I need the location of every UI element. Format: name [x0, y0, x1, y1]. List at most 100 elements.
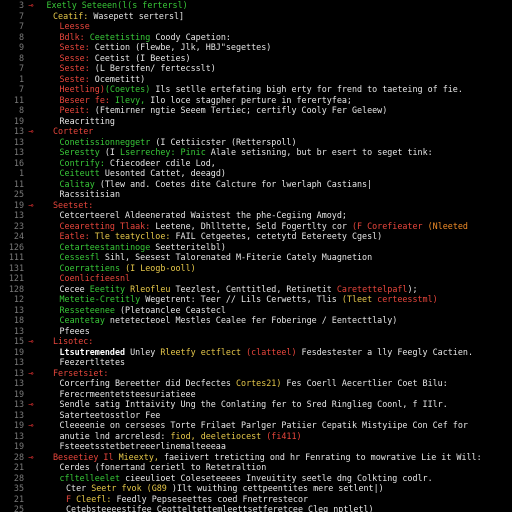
code-token: Sesse:: [59, 52, 95, 63]
line-number: 35: [13, 483, 24, 493]
code-token: Heetling): [59, 84, 105, 94]
line-number: 8: [18, 105, 24, 115]
code-text: Cetcerteerel Aldeenerated Waistest the p…: [60, 210, 347, 221]
code-text: Beseetiey Il Mieexty, faeiivert treticti…: [53, 452, 482, 463]
code-token: Beseer fe:: [59, 94, 115, 105]
code-token: (I: [104, 147, 121, 157]
code-line[interactable]: 7 Leesse: [0, 21, 512, 32]
code-token: Caretettelpafl: [336, 283, 408, 294]
code-line[interactable]: 8 Bdlk: Ceetetisting Coody Capetion:: [0, 32, 512, 43]
fold-marker-icon[interactable]: ⊸: [26, 420, 36, 431]
fold-marker-icon[interactable]: ⊸: [26, 200, 36, 211]
code-line[interactable]: 131 Coerrattiens (I Leogb-ooll): [0, 263, 512, 274]
code-line[interactable]: 13 ⊸ Corteter: [0, 126, 512, 137]
code-line[interactable]: 8 Peeit: (Ftemirner ngtie Seeem Tertiec; …: [0, 105, 512, 116]
code-line[interactable]: 3 ⊸ Exetly Seteeen(l(s fertersl): [0, 0, 512, 11]
code-line[interactable]: 19 Ferecrmeentetsteesuriatieee: [0, 389, 512, 400]
code-line[interactable]: 1 Ceiteutt Uesonted Cattet, deeagd): [0, 168, 512, 179]
line-number: 121: [8, 273, 24, 283]
fold-marker-icon[interactable]: ⊸: [26, 399, 36, 410]
code-line[interactable]: 16 Contrify: Cfiecodeer cdile Lod,: [0, 158, 512, 169]
code-token: Cetarteestantinoge: [59, 241, 151, 252]
code-line[interactable]: 12 Metetie-Cretitly Wegetrent: Teer // Li…: [0, 294, 512, 305]
code-line[interactable]: 25 Cetebsteeeestifee Ceotteltettemleettse…: [0, 504, 512, 512]
code-token: Ceatif:: [53, 10, 94, 21]
code-token: Feezertltetes: [59, 357, 126, 367]
code-line[interactable]: 28 cfltelleelet cieeulioet Coleseteeees I…: [0, 473, 512, 484]
code-line[interactable]: 111 Cessesfl Sihl, Seesest Talorenated M-…: [0, 252, 512, 263]
code-text: Beseer fe: Ilevy, Ilo loce stagpher pert…: [60, 95, 352, 106]
line-number: 7: [18, 10, 24, 21]
code-token: cieeulioet Coleseteeees Inveuitity seetl…: [125, 472, 433, 483]
line-number: 23: [13, 220, 24, 231]
code-line[interactable]: 13 Feezertltetes: [0, 357, 512, 368]
code-line[interactable]: 19 Reacritting: [0, 116, 512, 127]
code-text: Cetebsteeeestifee Ceotteltettemleettsetf…: [66, 504, 374, 512]
fold-marker-icon[interactable]: ⊸: [26, 452, 36, 463]
code-text: Cleeeenie on cerseses Torte Frilaet Parl…: [60, 420, 468, 431]
code-line[interactable]: 25 Racssitisian: [0, 189, 512, 200]
code-token: Ltsutremended: [59, 346, 131, 357]
code-token: Racssitisian: [59, 189, 121, 199]
code-line[interactable]: 9 Seste: Cettion (Flewbe, Jlk, HBJ"segett…: [0, 42, 512, 53]
fold-marker-icon[interactable]: ⊸: [26, 0, 36, 11]
code-line[interactable]: 7 Seste: (L Berstfen/ fertecsslt): [0, 63, 512, 74]
code-line[interactable]: 19 Ltsutremended Unley Rleetfy ectflect (…: [0, 347, 512, 358]
code-token: Contrify:: [59, 157, 110, 168]
code-text: Conetissionneggetr (I Cettiicster (Rette…: [60, 137, 297, 148]
fold-marker-icon[interactable]: ⊸: [26, 368, 36, 379]
line-number: 19: [13, 388, 24, 399]
code-line[interactable]: 24 Eatle: Tle teatyclloe: FAIL Cetgeetes,…: [0, 231, 512, 242]
code-line[interactable]: 21 Cerdes (fonertand cerietl to Retetralt…: [0, 462, 512, 473]
code-token: to Retetraltion: [190, 462, 267, 472]
code-line[interactable]: 126 Cetarteestantinoge Seetteritelbl): [0, 242, 512, 253]
line-number: 28: [13, 472, 24, 483]
code-line[interactable]: 11 Calitay (Tlew and. Coetes dite Calctur…: [0, 179, 512, 190]
code-text: Seste: Ocemetitt): [60, 74, 146, 85]
line-number: 7: [18, 21, 24, 31]
code-line[interactable]: 13 Corcerfing Bereetter did Decfectes Cor…: [0, 378, 512, 389]
code-line[interactable]: 28 ⊸ Beseetiey Il Mieexty, faeiivert treti…: [0, 452, 512, 463]
code-line[interactable]: 7 Ceatif: Wasepett sertersl]: [0, 11, 512, 22]
line-number: 19: [13, 441, 24, 451]
code-token: Resseteenee: [59, 304, 121, 315]
code-line[interactable]: 13 ⊸ Sendle satig Inttaivity Ung the Conla…: [0, 399, 512, 410]
line-number: 9: [18, 42, 24, 52]
code-line[interactable]: 13 Pfeees: [0, 326, 512, 337]
code-line[interactable]: 35 Cter Seetr fvok (G89 )Ilt wuithing cet…: [0, 483, 512, 494]
code-token: Cleq nptletl): [308, 504, 374, 512]
code-line[interactable]: 23 Ceearetting Tlaak: Leetene, Dhlltette,…: [0, 221, 512, 232]
code-line[interactable]: 13 Resseteenee (Pletoanclee Ceastecl: [0, 305, 512, 316]
code-line[interactable]: 13 ⊸ Fersetsiet:: [0, 368, 512, 379]
code-line[interactable]: 7 Heetling)(Coevtes) Ils setlle ertefatin…: [0, 84, 512, 95]
code-line[interactable]: 21 F Cleefl: Feedly Pepseseettes coed Fne…: [0, 494, 512, 505]
code-line[interactable]: 13 Saterteetosstlor Fee: [0, 410, 512, 421]
code-line[interactable]: 13 Cetcerteerel Aldeenerated Waistest the…: [0, 210, 512, 221]
code-line[interactable]: 8 Sesse: Ceetist (I Beeties): [0, 53, 512, 64]
code-line[interactable]: 128 Cecee Eeetity Rleofleu Teezlest, Cent…: [0, 284, 512, 295]
code-text: Peeit: (Ftemirner ngtie Seeem Tertiec; c…: [60, 105, 388, 116]
code-line[interactable]: 15 ⊸ Lisotec:: [0, 336, 512, 347]
line-number: 19: [13, 199, 24, 210]
code-line[interactable]: 19 ⊸ Cleeeenie on cerseses Torte Frilaet P…: [0, 420, 512, 431]
code-line[interactable]: 121 Coenlicfieesnl: [0, 273, 512, 284]
code-line[interactable]: 19 ⊸ Seetset:: [0, 200, 512, 211]
code-token: Seste:: [59, 73, 95, 84]
code-line[interactable]: 13 Conetissionneggetr (I Cettiicster (Ret…: [0, 137, 512, 148]
line-number: 13: [13, 367, 24, 378]
code-editor[interactable]: 3 ⊸ Exetly Seteeen(l(s fertersl) 7 Ceatif: W…: [0, 0, 512, 512]
line-number: 28: [13, 451, 24, 462]
code-token: Ceearetting Tlaak:: [59, 220, 156, 231]
code-line[interactable]: 11 Beseer fe: Ilevy, Ilo loce stagpher pe…: [0, 95, 512, 106]
code-line[interactable]: 1 Seste: Ocemetitt): [0, 74, 512, 85]
code-token: Beseetiey Il: [53, 451, 119, 462]
code-line[interactable]: 19 Fsteeetsstetbetreeerlinemalteeeaa: [0, 441, 512, 452]
code-token: Cter: [66, 483, 92, 493]
code-line[interactable]: 13 anutie lnd arcrelesd: fiod, deeletioce…: [0, 431, 512, 442]
fold-marker-icon[interactable]: ⊸: [26, 126, 36, 137]
fold-marker-icon[interactable]: ⊸: [26, 336, 36, 347]
code-line[interactable]: 18 Ceantetay netetecteoel Mestles Cealee …: [0, 315, 512, 326]
code-token: Ilevy,: [114, 94, 151, 105]
code-token: cfltelleelet: [59, 472, 126, 483]
code-line[interactable]: 13 Serestty (I Lserrechey: Pinic Alale se…: [0, 147, 512, 158]
